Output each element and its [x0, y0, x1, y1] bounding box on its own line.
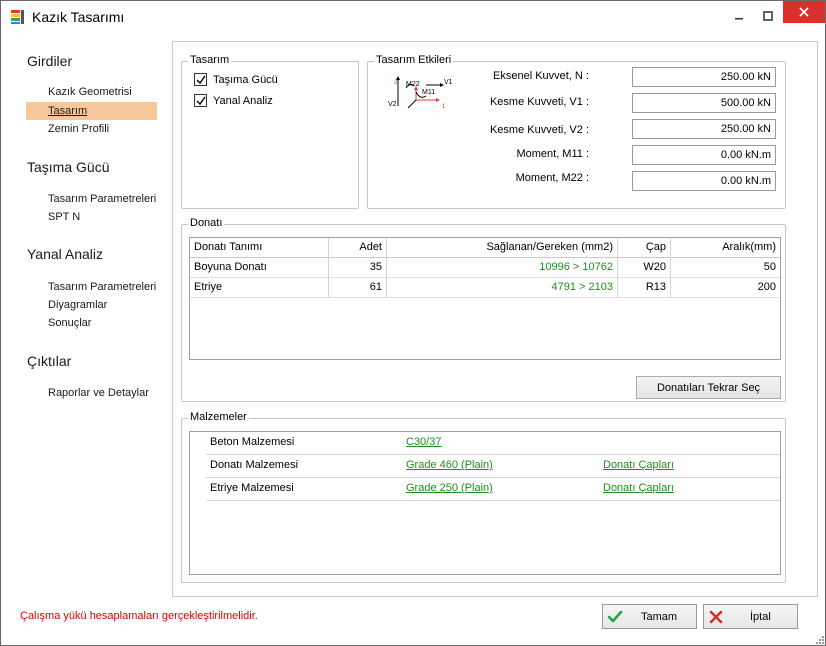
list-item: Beton Malzemesi C30/37 [206, 432, 780, 455]
title-bar: Kazık Tasarımı [1, 1, 825, 33]
yanal-analiz-label: Yanal Analiz [213, 94, 273, 107]
moment-m11-label: Moment, M11 : [516, 148, 589, 160]
check-icon [607, 610, 623, 622]
beton-malzemesi-link[interactable]: C30/37 [406, 436, 441, 448]
m22-label: M22 [406, 81, 420, 88]
malzemeler-group: Malzemeler Beton Malzemesi C30/37 Donatı… [181, 411, 786, 583]
donati-malzemesi-link[interactable]: Grade 460 (Plain) [406, 459, 493, 471]
checkmark-icon [196, 75, 206, 84]
yanal-analiz-checkbox[interactable] [194, 94, 207, 107]
window-title: Kazık Tasarımı [32, 9, 125, 25]
cell-adet: 35 [329, 258, 387, 278]
cell-cap: W20 [618, 258, 671, 278]
tasarim-legend: Tasarım [188, 54, 232, 66]
v2-label: V2 [388, 101, 397, 108]
malzemeler-list: Beton Malzemesi C30/37 Donatı Malzemesi … [189, 431, 781, 575]
donatilari-tekrar-sec-button[interactable]: Donatıları Tekrar Seç [636, 376, 781, 399]
tasima-gucu-label: Taşıma Gücü [213, 73, 278, 86]
moment-m22-label: Moment, M22 : [515, 172, 589, 184]
beton-malzemesi-label: Beton Malzemesi [210, 436, 295, 448]
eksenel-kuvvet-label: Eksenel Kuvvet, N : [493, 70, 589, 82]
status-message: Çalışma yükü hesaplamaları gerçekleştiri… [20, 610, 258, 622]
tamam-label: Tamam [641, 610, 678, 623]
list-item: Etriye Malzemesi Grade 250 (Plain) Donat… [206, 478, 780, 501]
kesme-kuvveti-v1-label: Kesme Kuvveti, V1 : [489, 96, 589, 108]
col-header-cap[interactable]: Çap [618, 238, 671, 258]
axis-1-label: 1 [442, 104, 446, 110]
nav-group-yanal-analiz: Yanal Analiz [27, 246, 104, 262]
table-row[interactable]: Etriye 61 4791 > 2103 R13 200 [190, 278, 780, 298]
kesme-kuvveti-v2-field[interactable]: 250.00 kN [632, 119, 776, 139]
cell-tanim: Boyuna Donatı [190, 258, 329, 278]
minimize-icon [735, 18, 743, 20]
nav-item-spt-n[interactable]: SPT N [26, 208, 157, 226]
app-icon [11, 10, 24, 24]
col-header-aralik[interactable]: Aralık(mm) [671, 238, 780, 258]
v1-label: V1 [444, 79, 452, 86]
etriye-caplari-link[interactable]: Donatı Çapları [603, 482, 674, 494]
cell-oran: 4791 > 2103 [387, 278, 618, 298]
maximize-icon [763, 11, 773, 21]
tasima-gucu-checkbox[interactable] [194, 73, 207, 86]
moment-m22-field[interactable]: 0.00 kN.m [632, 171, 776, 191]
tasarim-group: Tasarım Taşıma Gücü Yanal Analiz [181, 54, 359, 209]
iptal-button[interactable]: İptal [703, 604, 798, 629]
nav-item-tasarim-parametreleri-1[interactable]: Tasarım Parametreleri [26, 190, 157, 208]
cell-aralik: 50 [763, 261, 776, 273]
tasarim-etkileri-legend: Tasarım Etkileri [374, 54, 454, 66]
nav-group-ciktilar: Çıktılar [27, 353, 72, 369]
kesme-kuvveti-v2-label: Kesme Kuvveti, V2 : [489, 124, 589, 136]
checkmark-icon [196, 96, 206, 105]
nav-item-sonuclar[interactable]: Sonuçlar [26, 314, 157, 332]
nav-item-tasarim[interactable]: Tasarım [26, 102, 157, 120]
resize-grip-icon[interactable] [815, 635, 825, 645]
donati-group: Donatı Donatı Tanımı Adet Sağlanan/Gerek… [181, 217, 786, 402]
donati-malzemesi-label: Donatı Malzemesi [210, 459, 299, 471]
kesme-kuvveti-v1-field[interactable]: 500.00 kN [632, 93, 776, 113]
nav-group-girdiler: Girdiler [27, 53, 73, 69]
cell-tanim: Etriye [190, 278, 329, 298]
axis-2-label: 2 [394, 80, 398, 86]
malzemeler-legend: Malzemeler [188, 411, 249, 423]
etriye-malzemesi-label: Etriye Malzemesi [210, 482, 294, 494]
close-icon [799, 7, 809, 17]
iptal-label: İptal [750, 610, 771, 623]
nav-item-kazik-geometrisi[interactable]: Kazık Geometrisi [26, 83, 157, 101]
table-header: Donatı Tanımı Adet Sağlanan/Gereken (mm2… [190, 238, 780, 258]
navigation-panel: Girdiler Kazık Geometrisi Tasarım Zemin … [1, 33, 171, 603]
maximize-button[interactable] [753, 1, 783, 31]
m11-label: M11 [422, 89, 435, 96]
col-header-saglanan[interactable]: Sağlanan/Gereken (mm2) [387, 238, 618, 258]
donati-legend: Donatı [188, 217, 225, 229]
list-item: Donatı Malzemesi Grade 460 (Plain) Donat… [206, 455, 780, 478]
tasarim-etkileri-group: Tasarım Etkileri 2 V2 M22 V1 M11 1 Eksen… [367, 54, 786, 209]
cell-aralik: 200 [757, 281, 776, 293]
cell-adet: 61 [329, 278, 387, 298]
close-button[interactable] [783, 1, 825, 23]
yanal-analiz-checkbox-row[interactable]: Yanal Analiz [194, 94, 273, 107]
minimize-button[interactable] [725, 1, 755, 31]
donati-caplari-link[interactable]: Donatı Çapları [603, 459, 674, 471]
dialog-window: Kazık Tasarımı Girdiler Kazık Geometrisi… [0, 0, 826, 646]
nav-item-diyagramlar[interactable]: Diyagramlar [26, 296, 157, 314]
tasima-gucu-checkbox-row[interactable]: Taşıma Gücü [194, 73, 278, 86]
nav-group-tasima-gucu: Taşıma Gücü [27, 159, 110, 175]
cell-cap: R13 [618, 278, 671, 298]
tamam-button[interactable]: Tamam [602, 604, 697, 629]
cross-icon [709, 610, 723, 623]
load-diagram-icon: 2 V2 M22 V1 M11 1 [388, 76, 452, 110]
col-header-adet[interactable]: Adet [329, 238, 387, 258]
moment-m11-field[interactable]: 0.00 kN.m [632, 145, 776, 165]
nav-item-tasarim-parametreleri-2[interactable]: Tasarım Parametreleri [26, 278, 157, 296]
eksenel-kuvvet-field[interactable]: 250.00 kN [632, 67, 776, 87]
etriye-malzemesi-link[interactable]: Grade 250 (Plain) [406, 482, 493, 494]
donati-table: Donatı Tanımı Adet Sağlanan/Gereken (mm2… [189, 237, 781, 360]
table-row[interactable]: Boyuna Donatı 35 10996 > 10762 W20 50 [190, 258, 780, 278]
cell-oran: 10996 > 10762 [387, 258, 618, 278]
nav-item-zemin-profili[interactable]: Zemin Profili [26, 120, 157, 138]
nav-item-raporlar[interactable]: Raporlar ve Detaylar [26, 384, 157, 402]
col-header-tanim[interactable]: Donatı Tanımı [190, 238, 329, 258]
main-panel: Tasarım Taşıma Gücü Yanal Analiz Tasarım… [172, 41, 818, 597]
